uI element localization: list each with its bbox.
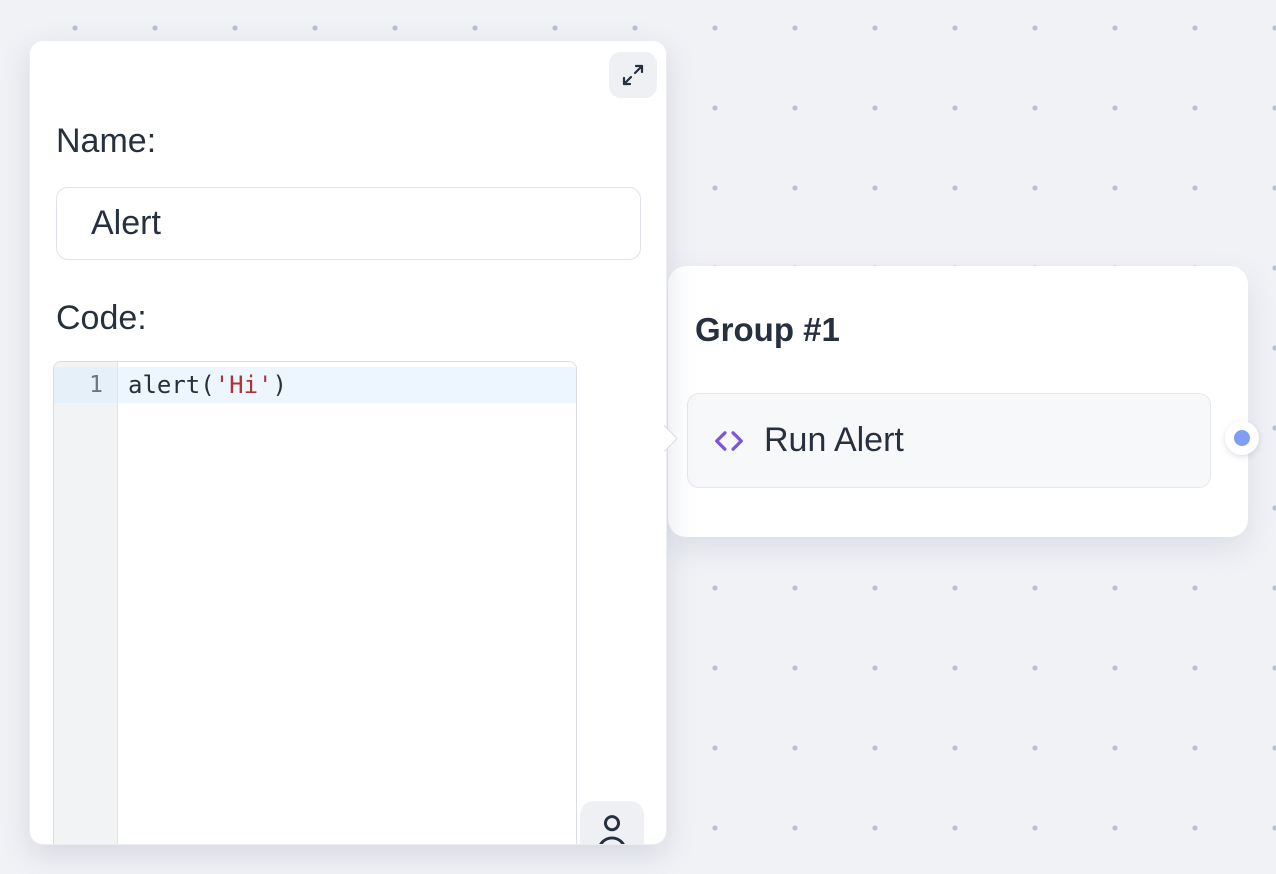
group-card[interactable]: Group #1 Run Alert — [668, 266, 1248, 537]
line-number: 1 — [54, 367, 118, 403]
user-icon — [592, 810, 632, 845]
code-icon — [712, 426, 746, 456]
code-token: ) — [273, 371, 287, 399]
expand-icon — [621, 63, 645, 87]
connection-handle[interactable] — [1225, 421, 1259, 455]
code-line[interactable]: 1 alert('Hi') — [54, 367, 576, 403]
node-label: Run Alert — [764, 421, 904, 460]
code-token: alert( — [128, 371, 215, 399]
node-editor-panel: Name: Code: 1 alert('Hi') — [29, 40, 667, 845]
group-title: Group #1 — [695, 308, 840, 352]
node-run-alert[interactable]: Run Alert — [687, 393, 1211, 488]
connection-handle-ring — [1234, 430, 1250, 446]
line-number-gutter — [54, 362, 118, 845]
code-editor[interactable]: 1 alert('Hi') — [53, 361, 577, 845]
code-line-content: alert('Hi') — [118, 367, 576, 403]
node-editor-canvas[interactable]: Name: Code: 1 alert('Hi') Group #1 — [0, 0, 1276, 874]
user-button[interactable] — [580, 801, 644, 845]
name-label: Name: — [56, 119, 156, 163]
expand-button[interactable] — [609, 52, 657, 98]
code-string-token: 'Hi' — [215, 371, 273, 399]
name-input[interactable] — [56, 187, 641, 260]
code-label: Code: — [56, 296, 147, 340]
